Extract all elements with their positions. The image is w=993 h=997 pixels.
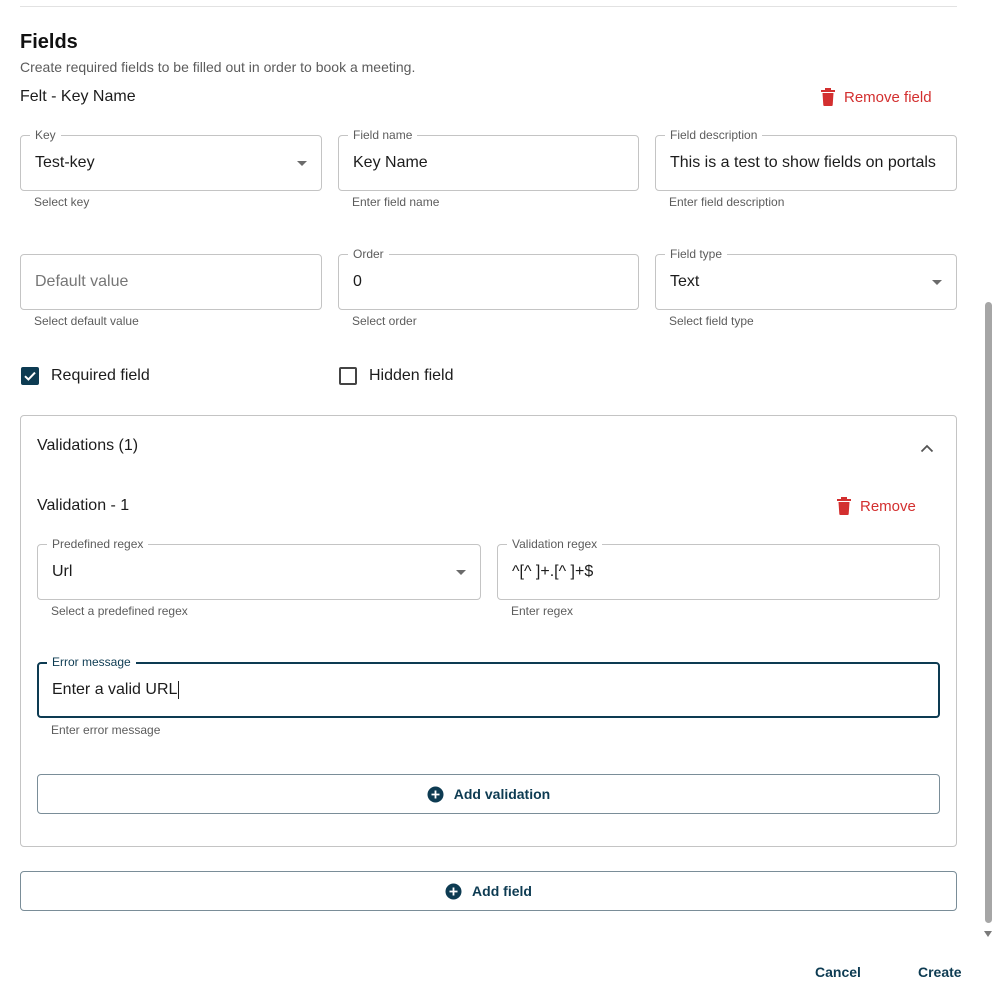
field-name-value: Key Name [353, 154, 428, 171]
validations-title: Validations (1) [37, 437, 139, 454]
key-legend: Key [30, 128, 61, 142]
add-field-label: Add field [472, 883, 532, 899]
default-value-helper: Select default value [34, 314, 139, 328]
error-message-helper: Enter error message [51, 723, 161, 737]
field-description-input[interactable]: Field description This is a test to show… [655, 128, 957, 191]
field-type-legend: Field type [665, 247, 728, 261]
hidden-field-checkbox[interactable]: Hidden field [339, 367, 454, 385]
required-field-label: Required field [51, 367, 150, 384]
create-button[interactable]: Create [918, 964, 962, 980]
field-description-value: This is a test to show fields on portals [670, 154, 936, 171]
key-value: Test-key [35, 154, 95, 171]
dropdown-arrow-icon [456, 569, 466, 575]
default-value-placeholder: Default value [35, 273, 129, 290]
key-helper: Select key [34, 195, 90, 209]
section-subtitle: Create required fields to be filled out … [20, 59, 416, 75]
order-value: 0 [353, 273, 362, 290]
add-validation-button[interactable]: Add validation [37, 774, 940, 814]
checkbox-unchecked-icon[interactable] [339, 367, 357, 385]
field-name-helper: Enter field name [352, 195, 440, 209]
validation-regex-value: ^[^ ]+.[^ ]+$ [512, 563, 594, 580]
validation-regex-input[interactable]: Validation regex ^[^ ]+.[^ ]+$ [497, 537, 940, 600]
required-field-checkbox[interactable]: Required field [21, 367, 150, 385]
validation-regex-helper: Enter regex [511, 604, 574, 618]
section-title: Fields [20, 31, 78, 53]
text-cursor [178, 681, 180, 699]
dropdown-arrow-icon [297, 160, 307, 166]
top-divider [20, 6, 957, 7]
predefined-regex-value: Url [52, 563, 73, 580]
trash-icon [821, 88, 835, 106]
error-message-legend: Error message [47, 655, 136, 669]
remove-validation-button[interactable]: Remove [836, 497, 916, 515]
order-helper: Select order [352, 314, 417, 328]
add-field-button[interactable]: Add field [20, 871, 957, 911]
trash-icon [837, 497, 851, 515]
predefined-regex-select[interactable]: Predefined regex Url [37, 537, 481, 600]
error-message-input[interactable]: Error message Enter a valid URL [37, 655, 940, 718]
order-input[interactable]: Order 0 [338, 247, 639, 310]
field-type-select[interactable]: Field type Text [655, 247, 957, 310]
default-value-input[interactable]: Default value [20, 254, 322, 310]
remove-field-label: Remove field [844, 88, 932, 106]
validation-regex-legend: Validation regex [507, 537, 603, 551]
checkbox-checked-icon[interactable] [21, 367, 39, 385]
cancel-button[interactable]: Cancel [815, 964, 861, 980]
scroll-down-arrow-icon[interactable] [984, 931, 992, 937]
add-validation-label: Add validation [453, 786, 551, 802]
field-type-helper: Select field type [669, 314, 754, 328]
dropdown-arrow-icon [932, 279, 942, 285]
remove-field-button[interactable]: Remove field [820, 88, 932, 106]
field-name-input[interactable]: Field name Key Name [338, 128, 639, 191]
error-message-value: Enter a valid URL [52, 681, 178, 698]
predefined-regex-legend: Predefined regex [47, 537, 149, 551]
order-legend: Order [348, 247, 389, 261]
field-type-value: Text [670, 273, 700, 290]
validation-item-title: Validation - 1 [37, 497, 130, 514]
scrollbar-thumb[interactable] [985, 302, 992, 923]
field-name-legend: Field name [348, 128, 418, 142]
key-select[interactable]: Key Test-key [20, 128, 322, 191]
field-item-title: Felt - Key Name [20, 88, 136, 105]
hidden-field-label: Hidden field [369, 367, 454, 384]
field-description-legend: Field description [665, 128, 763, 142]
plus-circle-icon [445, 883, 462, 899]
predefined-regex-helper: Select a predefined regex [51, 604, 188, 618]
remove-validation-label: Remove [860, 497, 916, 515]
chevron-up-icon[interactable] [920, 440, 934, 458]
field-description-helper: Enter field description [669, 195, 785, 209]
plus-circle-icon [427, 786, 444, 802]
